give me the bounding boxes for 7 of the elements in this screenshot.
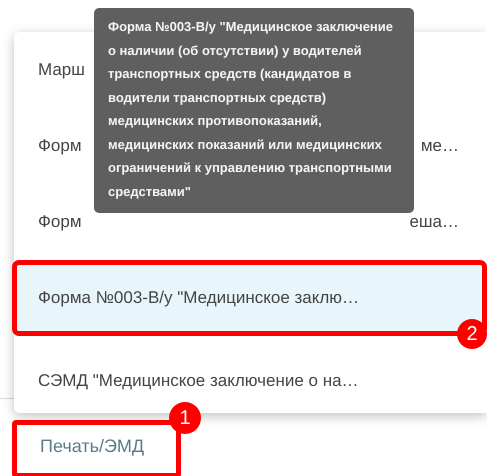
callout-badge: 2 [457, 319, 487, 349]
menu-item-label: СЭМД "Медицинское заключение о на… [38, 371, 359, 391]
tooltip: Форма №003-В/у "Медицинское заключение о наличии (об отсутствии) у водителей транспортных средств (кандидатов в водители транспортных средств) медицинских противопоказаний, медицинских показаний или медицинских ограничений к управлению транспортными средствами" [94, 8, 414, 213]
menu-item-label: Форма №003-В/у "Медицинское заклю… [38, 288, 360, 308]
menu-item-label: еша… [409, 212, 459, 232]
print-button[interactable]: Печать/ЭМД [12, 420, 182, 476]
menu-item-label: Форм [38, 212, 82, 232]
